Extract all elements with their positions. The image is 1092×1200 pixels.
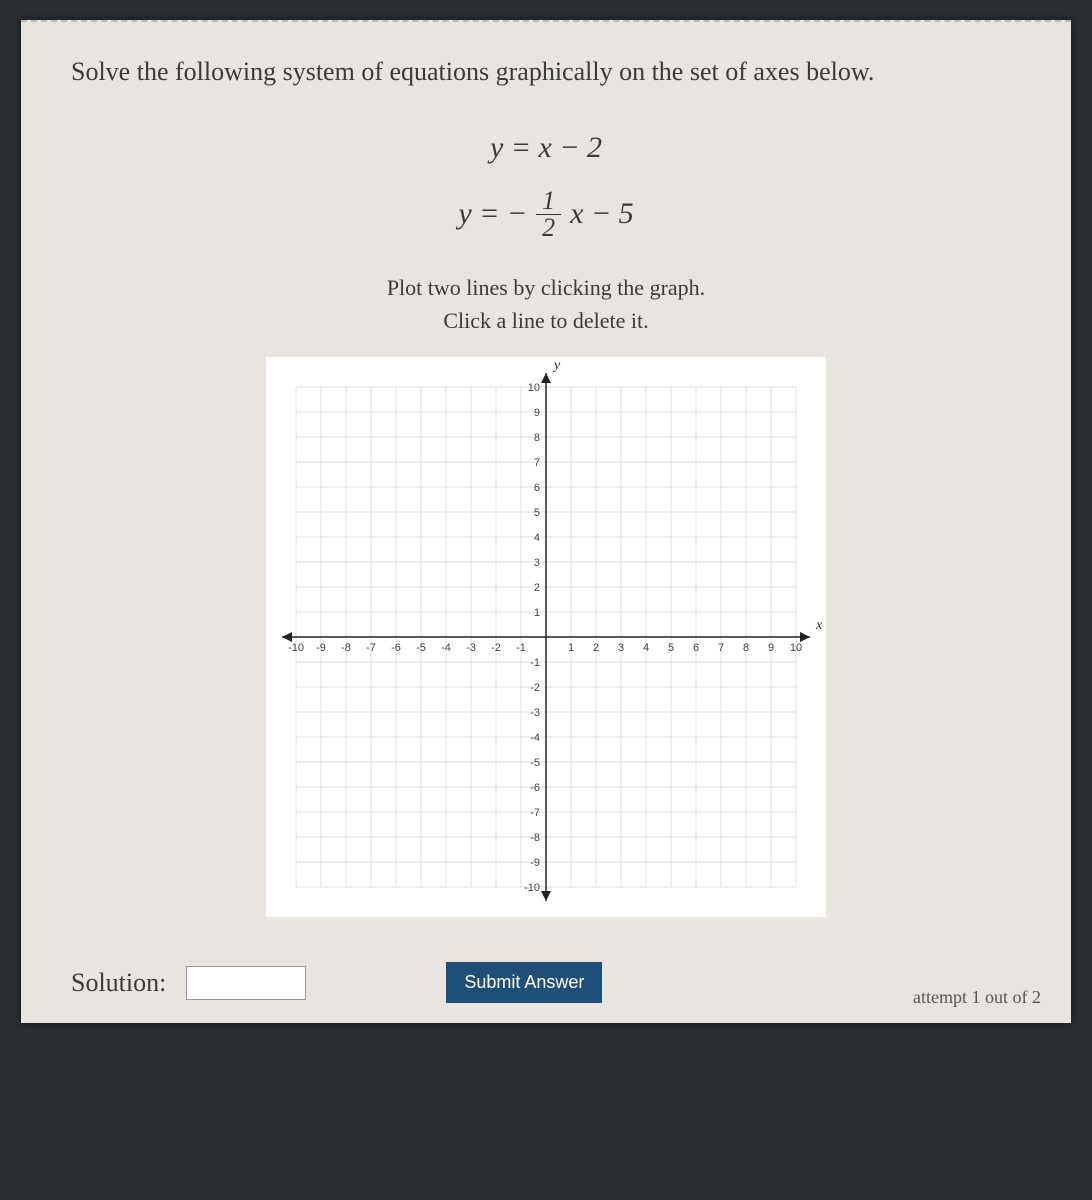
svg-text:5: 5 — [668, 642, 674, 654]
svg-text:-8: -8 — [341, 642, 351, 654]
equations-block: y = x − 2 y = − 1 2 x − 5 — [71, 121, 1021, 241]
fraction-numerator: 1 — [536, 188, 561, 215]
equation-2: y = − 1 2 x − 5 — [71, 187, 1021, 241]
solution-input[interactable] — [186, 966, 306, 1000]
svg-text:2: 2 — [593, 642, 599, 654]
svg-text:-8: -8 — [530, 832, 540, 844]
svg-text:1: 1 — [534, 607, 540, 619]
svg-text:10: 10 — [528, 382, 540, 394]
instruction-line-1: Plot two lines by clicking the graph. — [71, 271, 1021, 304]
svg-text:10: 10 — [790, 642, 802, 654]
svg-text:-3: -3 — [530, 707, 540, 719]
worksheet-page: Solve the following system of equations … — [21, 20, 1071, 1023]
svg-text:8: 8 — [743, 642, 749, 654]
svg-text:7: 7 — [534, 457, 540, 469]
fraction-one-half: 1 2 — [536, 188, 561, 241]
svg-text:9: 9 — [534, 407, 540, 419]
svg-text:-9: -9 — [316, 642, 326, 654]
svg-text:-4: -4 — [441, 642, 451, 654]
svg-text:6: 6 — [693, 642, 699, 654]
svg-text:-7: -7 — [530, 807, 540, 819]
svg-text:-10: -10 — [288, 642, 304, 654]
eq2-prefix: y = − — [458, 187, 527, 241]
svg-text:6: 6 — [534, 482, 540, 494]
svg-text:-7: -7 — [366, 642, 376, 654]
svg-text:5: 5 — [534, 507, 540, 519]
eq2-suffix: x − 5 — [570, 187, 634, 241]
coordinate-graph[interactable]: -10 -9 -8 -7 -6 -5 -4 -3 -2 -1 1 2 3 4 5 6 7 8 9 10 -10 -9 -8 -… — [266, 357, 826, 917]
svg-text:-5: -5 — [530, 757, 540, 769]
graph-instructions: Plot two lines by clicking the graph. Cl… — [71, 271, 1021, 337]
svg-text:9: 9 — [768, 642, 774, 654]
svg-text:-2: -2 — [530, 682, 540, 694]
fraction-denominator: 2 — [536, 215, 561, 241]
svg-text:-10: -10 — [524, 882, 540, 894]
svg-text:-9: -9 — [530, 857, 540, 869]
svg-text:-3: -3 — [466, 642, 476, 654]
svg-text:y: y — [552, 358, 561, 373]
svg-text:8: 8 — [534, 432, 540, 444]
svg-text:-6: -6 — [391, 642, 401, 654]
answer-row: Solution: Submit Answer — [71, 962, 1021, 1003]
svg-text:1: 1 — [568, 642, 574, 654]
svg-text:-5: -5 — [416, 642, 426, 654]
svg-text:-1: -1 — [530, 657, 540, 669]
solution-label: Solution: — [71, 968, 166, 998]
graph-container: -10 -9 -8 -7 -6 -5 -4 -3 -2 -1 1 2 3 4 5 6 7 8 9 10 -10 -9 -8 -… — [71, 357, 1021, 922]
svg-text:4: 4 — [643, 642, 649, 654]
svg-text:-2: -2 — [491, 642, 501, 654]
svg-text:4: 4 — [534, 532, 540, 544]
svg-text:-6: -6 — [530, 782, 540, 794]
problem-prompt: Solve the following system of equations … — [71, 52, 1021, 91]
equation-1: y = x − 2 — [71, 121, 1021, 175]
svg-text:x: x — [815, 618, 823, 633]
svg-text:7: 7 — [718, 642, 724, 654]
svg-text:-1: -1 — [516, 642, 526, 654]
instruction-line-2: Click a line to delete it. — [71, 304, 1021, 337]
svg-text:3: 3 — [534, 557, 540, 569]
svg-text:-4: -4 — [530, 732, 540, 744]
submit-answer-button[interactable]: Submit Answer — [446, 962, 602, 1003]
svg-text:3: 3 — [618, 642, 624, 654]
attempt-counter: attempt 1 out of 2 — [913, 987, 1041, 1008]
svg-text:2: 2 — [534, 582, 540, 594]
